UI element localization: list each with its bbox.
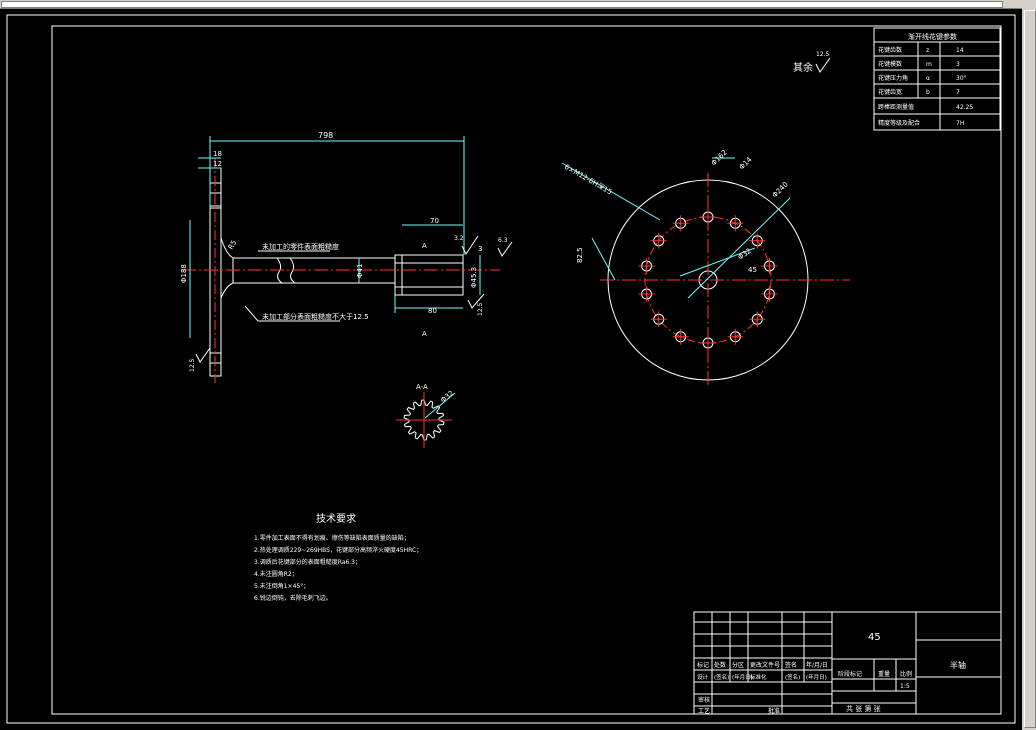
spline-table-param-symbol: z — [926, 47, 929, 54]
outer-dia-label: Φ240 — [771, 180, 790, 199]
spline-table-param-name: 精度等级及配合 — [878, 119, 920, 127]
note-top: 未加工的零件表面粗糙度 — [262, 242, 339, 251]
dim-spline-total: 80 — [428, 307, 437, 315]
scale-value: 1:5 — [900, 683, 910, 690]
section-label-bottom: A — [422, 330, 427, 338]
sheets-label: 共 张 第 张 — [846, 704, 881, 713]
tech-title: 技术要求 — [316, 512, 356, 525]
outer-border — [6, 14, 1016, 724]
review-label: 审核 — [698, 696, 710, 704]
spline-table-param-value: 3 — [956, 61, 960, 68]
scale-label: 比例 — [900, 670, 912, 678]
spline-table-rows: 花键齿数 z 14 花键模数 m 3 花键压力角 α 30° 花键齿宽 b 7 跨棒距测量值 42.25 精… — [878, 46, 973, 127]
section-dia-label: Φ32 — [439, 389, 455, 404]
bolt-hole-note: 6×M12-6H深15 — [563, 162, 614, 197]
title-block-header: 标记 — [697, 661, 709, 669]
part-name: 半轴 — [950, 660, 966, 670]
leader-bottom — [244, 305, 259, 322]
section-title: A-A — [416, 383, 428, 391]
title-block-cell: 标准化 — [750, 673, 767, 681]
roughness-end: 6.3 — [498, 237, 508, 244]
process-label: 工艺 — [698, 707, 710, 715]
title-block-header: 年/月/日 — [806, 661, 828, 669]
note-bottom: 未加工部分表面粗糙度不大于12.5 — [262, 312, 369, 321]
roughness-spline: 3.2 — [454, 235, 464, 242]
spline-table-title: 渐开线花键参数 — [908, 32, 957, 41]
spline-table-param-value: 30° — [956, 75, 967, 82]
title-block-cell: (签名) — [714, 673, 729, 681]
spline-table-param-value: 14 — [956, 47, 964, 54]
dim-neck-radius: R5 — [227, 239, 239, 251]
material-label: 45 — [868, 632, 881, 643]
dim-shaft-diameter: Φ41 — [356, 264, 364, 278]
spline-table-param-name: 花键模数 — [878, 60, 902, 68]
dim-45-label: 45 — [748, 266, 757, 274]
weight-label: 重量 — [878, 670, 890, 678]
tech-item: 4.未注圆角R2； — [254, 570, 298, 578]
others-label: 其余 — [793, 61, 813, 74]
spline-table-param-symbol: α — [926, 75, 930, 82]
tech-item: 2.热处理调质229~269HBS，花键部分高频淬火硬度45HRC； — [254, 546, 422, 554]
dim-flange-diameter: Φ188 — [180, 264, 188, 283]
roughness-bottom: 12.5 — [477, 302, 484, 316]
title-block-header: 处数 — [714, 661, 726, 669]
tech-item: 6.锐边倒钝，去除毛刺飞边。 — [254, 594, 332, 602]
approve-label: 批准 — [768, 707, 780, 715]
spline-table-param-name: 花键齿数 — [878, 46, 902, 54]
spline-table-param-value: 7H — [956, 120, 964, 127]
title-block-header: 更改文件号 — [750, 661, 780, 669]
title-block-header: 分区 — [732, 661, 744, 669]
toolbar-input[interactable] — [1, 1, 1003, 8]
scrollbar-thumb[interactable] — [1024, 10, 1036, 728]
dim-overall-length: 798 — [318, 131, 333, 140]
shaft-side-view — [209, 167, 464, 377]
spline-table-param-symbol: b — [926, 89, 930, 96]
cad-drawing-canvas[interactable]: 798 18 12 Φ188 R5 Φ41 Φ45.3 70 80 3 A A … — [0, 8, 1022, 730]
spline-table-param-symbol: m — [926, 61, 932, 68]
dim-flange-inner: 12 — [213, 160, 222, 168]
tech-item: 5.未注倒角1×45°； — [254, 582, 309, 590]
tech-item: 3.调质后花键部分的表面粗糙度Ra6.3； — [254, 558, 361, 566]
title-block-cell: (签名) — [785, 673, 800, 681]
title-block-header: 签名 — [785, 661, 797, 669]
dim-chamfer: 3 — [478, 245, 482, 253]
vertical-scrollbar[interactable] — [1022, 8, 1036, 730]
title-block-cell: 设计 — [697, 673, 709, 681]
title-block-headers: 标记 处数 分区 更改文件号 签名 年/月/日设计 (签名) (年月日)标准化 (签名) (年月日… — [697, 661, 828, 681]
dim-spline-length: 70 — [430, 217, 439, 225]
spline-table-param-name: 跨棒距测量值 — [878, 103, 914, 111]
stage-label: 阶段标记 — [838, 670, 862, 678]
roughness-flange: 12.5 — [189, 358, 196, 372]
others-roughness: 12.5 — [816, 51, 830, 58]
title-block-cell: (年月日) — [806, 673, 827, 681]
spline-table-param-value: 42.25 — [956, 104, 973, 111]
dim-spline-diameter: Φ45.3 — [470, 267, 478, 288]
tech-item: 1.零件加工表面不得有划痕、擦伤等缺陷表面质量的缺陷； — [254, 534, 410, 542]
flange-front-view — [600, 173, 850, 388]
spline-table-param-name: 花键压力角 — [878, 74, 908, 82]
tech-items: 1.零件加工表面不得有划痕、擦伤等缺陷表面质量的缺陷； 2.热处理调质229~26… — [254, 534, 422, 602]
dim-side-label: 82.5 — [576, 247, 584, 263]
hole-label: Φ14 — [738, 155, 754, 171]
dim-flange-thickness: 18 — [213, 150, 222, 158]
section-label-top: A — [422, 242, 427, 250]
center-hole-label: Φ32 — [737, 247, 753, 262]
spline-table-param-name: 花键齿宽 — [878, 88, 902, 96]
spline-table-param-value: 7 — [956, 89, 960, 96]
